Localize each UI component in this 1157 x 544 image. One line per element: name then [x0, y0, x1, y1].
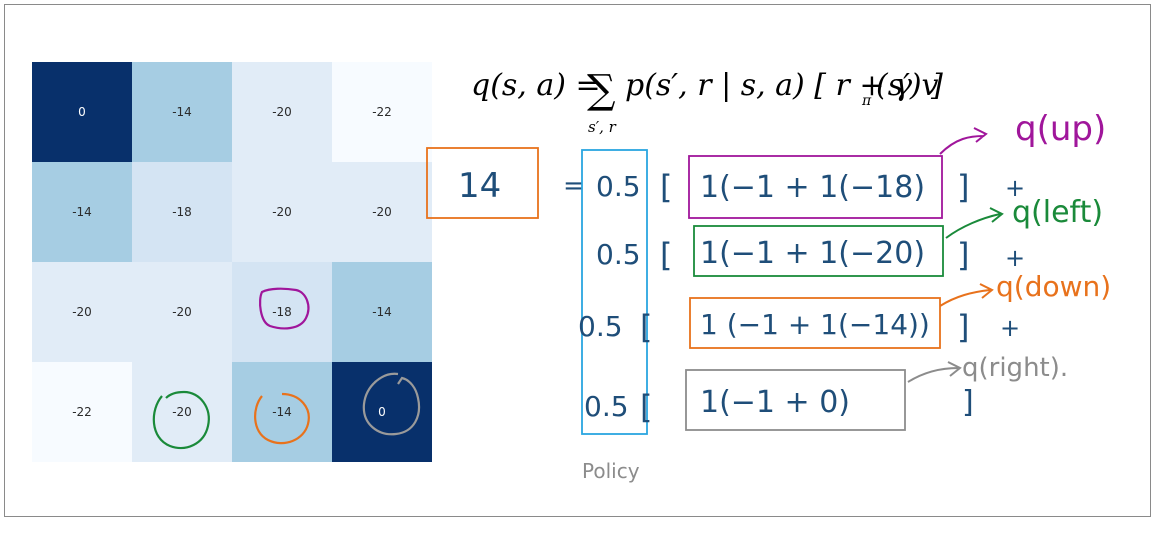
row-right-open: [	[640, 388, 652, 426]
row-down: 0.5 [ 1 (−1 + 1(−14)) ] +	[578, 297, 1020, 349]
row-down-close: ]	[957, 308, 969, 346]
sum-symbol: ∑	[587, 67, 616, 113]
up-circle	[259, 287, 310, 330]
q-down-label: q(down)	[996, 270, 1111, 303]
row-up: 0.5 [ 1(−1 + 1(−18) ] +	[596, 155, 1025, 219]
row-left-expr: 1(−1 + 1(−20)	[700, 236, 925, 271]
arrow-right	[907, 361, 962, 383]
equation-tail: (s′) ]	[876, 68, 943, 103]
row-up-close: ]	[957, 168, 969, 206]
left-circle	[152, 390, 210, 450]
row-right-expr: 1(−1 + 0)	[700, 385, 850, 420]
arrow-up	[939, 127, 988, 155]
q-up-label: q(up)	[1015, 109, 1106, 149]
equation-lhs: q(s, a) =	[471, 68, 601, 103]
row-up-expr: 1(−1 + 1(−18)	[700, 170, 925, 205]
row-up-prob: 0.5	[596, 170, 641, 203]
q-left-label: q(left)	[1012, 195, 1103, 230]
result-value: 14	[458, 166, 501, 206]
q-right-label: q(right).	[962, 353, 1068, 383]
annotation-layer: q(s, a) = ∑ s′, r p(s′, r | s, a) [ r + …	[152, 67, 1111, 483]
down-circle	[254, 392, 310, 445]
row-left: 0.5 [ 1(−1 + 1(−20) ] +	[596, 225, 1025, 277]
row-down-plus: +	[1000, 314, 1020, 342]
policy-label: Policy	[582, 459, 640, 483]
row-left-open: [	[660, 236, 672, 274]
row-down-open: [	[640, 308, 652, 346]
bellman-equation: q(s, a) = ∑ s′, r p(s′, r | s, a) [ r + …	[471, 67, 943, 136]
arrow-down	[939, 283, 994, 307]
row-up-open: [	[660, 168, 672, 206]
right-circle	[362, 372, 421, 436]
sum-subscript: s′, r	[588, 118, 617, 136]
row-right-prob: 0.5	[584, 390, 629, 423]
row-left-prob: 0.5	[596, 238, 641, 271]
row-right-close: ]	[962, 385, 974, 420]
arrow-left	[945, 207, 1004, 239]
row-left-plus: +	[1005, 244, 1025, 272]
pi-subscript: π	[861, 93, 872, 109]
row-left-close: ]	[957, 236, 969, 274]
row-down-prob: 0.5	[578, 310, 623, 343]
row-down-expr: 1 (−1 + 1(−14))	[700, 308, 930, 341]
